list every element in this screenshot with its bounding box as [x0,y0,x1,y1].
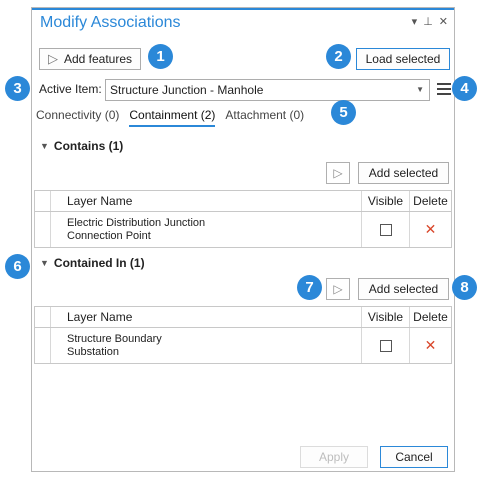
contained-in-select-arrow-button[interactable]: ▷ [326,278,350,300]
contains-select-arrow-button[interactable]: ▷ [326,162,350,184]
column-layer-name[interactable]: Layer Name [51,191,362,211]
delete-icon[interactable]: ✕ [425,337,437,354]
callout-2: 2 [326,44,351,69]
chevron-down-icon: ▼ [40,258,49,268]
select-arrow-icon: ▷ [333,282,343,296]
column-delete[interactable]: Delete [410,307,451,327]
add-features-button[interactable]: ▷ Add features [39,48,141,70]
close-icon[interactable]: ✕ [439,15,448,28]
tab-containment[interactable]: Containment (2) [129,108,216,127]
pin-icon[interactable]: ⊥ [423,15,433,28]
layer-name-line: Substation [67,345,119,358]
association-tabs: Connectivity (0) Containment (2) Attachm… [36,108,304,127]
add-features-label: Add features [63,52,133,66]
tab-connectivity[interactable]: Connectivity (0) [36,108,119,127]
contained-in-title: Contained In (1) [53,256,145,270]
contained-in-table: Layer Name Visible Delete Structure Boun… [34,306,452,364]
layer-name-line: Connection Point [67,229,151,242]
callout-4: 4 [452,76,477,101]
contains-section-header[interactable]: ▼ Contains (1) [40,139,123,153]
column-delete[interactable]: Delete [410,191,451,211]
visible-checkbox[interactable] [379,223,392,236]
apply-label: Apply [318,450,350,464]
callout-1: 1 [148,44,173,69]
layer-name-line: Structure Boundary [67,332,162,345]
active-item-dropdown[interactable]: Structure Junction - Manhole ▼ [105,79,430,101]
callout-6: 6 [5,254,30,279]
menu-icon[interactable] [437,83,451,98]
load-selected-button[interactable]: Load selected [356,48,450,70]
column-layer-name[interactable]: Layer Name [51,307,362,327]
modify-associations-pane: Modify Associations ▾ ⊥ ✕ ▷ Add features… [31,7,455,472]
callout-3: 3 [5,76,30,101]
cancel-label: Cancel [395,450,433,464]
active-item-label: Active Item: [39,82,102,96]
callout-5: 5 [331,100,356,125]
layer-name-cell: Structure Boundary Substation [51,328,362,363]
contained-in-section-header[interactable]: ▼ Contained In (1) [40,256,145,270]
delete-icon[interactable]: ✕ [425,221,437,238]
layer-name-line: Electric Distribution Junction [67,216,206,229]
contains-add-selected-label: Add selected [368,166,439,180]
pane-accent-line [32,8,454,10]
contains-title: Contains (1) [53,139,124,153]
chevron-down-icon: ▼ [416,85,424,94]
active-item-value: Structure Junction - Manhole [110,83,264,97]
contained-in-add-selected-button[interactable]: Add selected [358,278,449,300]
contains-add-selected-button[interactable]: Add selected [358,162,449,184]
column-visible[interactable]: Visible [362,191,410,211]
select-arrow-icon: ▷ [333,166,343,180]
chevron-down-icon: ▼ [40,141,49,151]
visible-checkbox[interactable] [379,339,392,352]
table-row[interactable]: Electric Distribution Junction Connectio… [35,212,451,247]
contained-in-table-header: Layer Name Visible Delete [35,307,451,328]
pane-title: Modify Associations [40,14,181,31]
select-arrow-icon: ▷ [47,51,58,66]
apply-button[interactable]: Apply [300,446,368,468]
load-selected-label: Load selected [365,52,441,66]
contains-table-header: Layer Name Visible Delete [35,191,451,212]
contains-table: Layer Name Visible Delete Electric Distr… [34,190,452,248]
cancel-button[interactable]: Cancel [380,446,448,468]
column-visible[interactable]: Visible [362,307,410,327]
layer-name-cell: Electric Distribution Junction Connectio… [51,212,362,247]
pane-window-controls: ▾ ⊥ ✕ [412,15,448,28]
contained-in-add-selected-label: Add selected [368,282,439,296]
callout-8: 8 [452,275,477,300]
table-row[interactable]: Structure Boundary Substation ✕ [35,328,451,363]
tab-attachment[interactable]: Attachment (0) [225,108,304,127]
callout-7: 7 [297,275,322,300]
pane-menu-icon[interactable]: ▾ [412,15,418,28]
